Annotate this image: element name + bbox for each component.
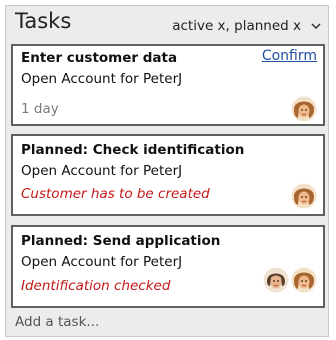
filter-label: active x, planned x xyxy=(172,18,301,34)
task-title: Planned: Send application xyxy=(21,233,221,249)
task-card[interactable]: Planned: Check identification Open Accou… xyxy=(11,134,325,216)
task-subtitle: Open Account for PeterJ xyxy=(21,71,183,87)
panel-title: Tasks xyxy=(15,9,72,33)
avatar[interactable] xyxy=(263,267,289,293)
avatar[interactable] xyxy=(291,183,317,209)
add-task-input[interactable]: Add a task... xyxy=(15,314,99,330)
tasks-panel: Tasks active x, planned x Enter customer… xyxy=(5,5,329,337)
task-status: Identification checked xyxy=(21,278,171,294)
task-title: Enter customer data xyxy=(21,50,178,66)
confirm-link[interactable]: Confirm xyxy=(262,48,317,64)
panel-header: Tasks active x, planned x xyxy=(6,6,328,42)
assignee-list xyxy=(291,96,317,122)
avatar[interactable] xyxy=(291,267,317,293)
chevron-down-icon xyxy=(311,23,321,30)
task-subtitle: Open Account for PeterJ xyxy=(21,254,183,270)
avatar[interactable] xyxy=(291,96,317,122)
assignee-list xyxy=(263,267,317,293)
task-card[interactable]: Enter customer data Confirm Open Account… xyxy=(11,44,325,126)
task-card[interactable]: Planned: Send application Open Account f… xyxy=(11,225,325,308)
task-due: 1 day xyxy=(21,101,59,117)
assignee-list xyxy=(291,183,317,209)
task-subtitle: Open Account for PeterJ xyxy=(21,163,183,179)
task-title: Planned: Check identification xyxy=(21,142,245,158)
task-status: Customer has to be created xyxy=(21,186,210,202)
filter-dropdown[interactable]: active x, planned x xyxy=(172,18,322,34)
